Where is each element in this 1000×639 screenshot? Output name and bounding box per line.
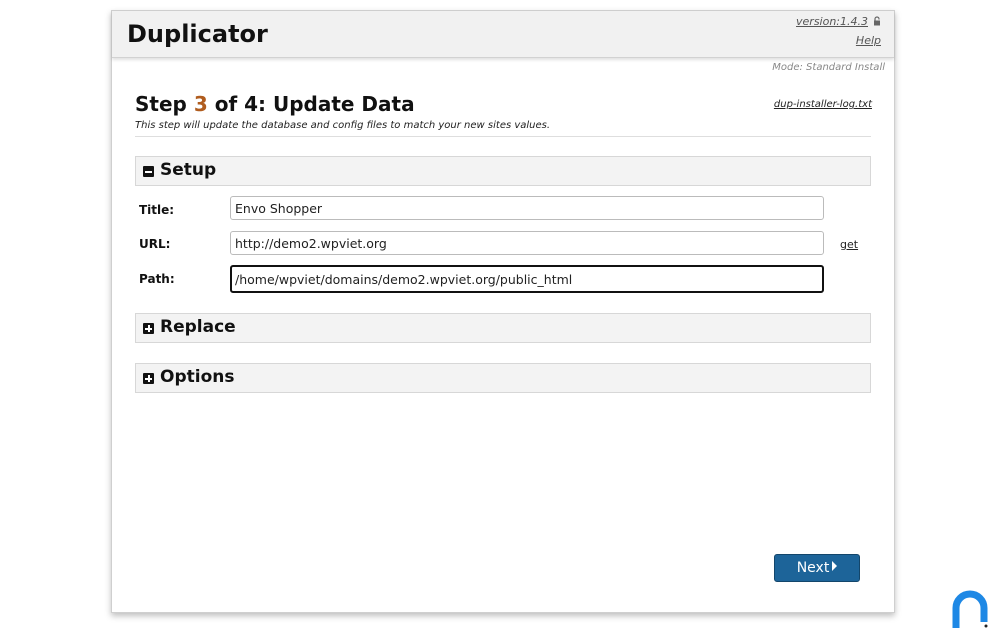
plus-square-icon xyxy=(143,373,154,384)
plus-square-icon xyxy=(143,323,154,334)
url-input[interactable] xyxy=(230,231,824,255)
get-url-link[interactable]: get xyxy=(840,238,858,251)
section-setup-label: Setup xyxy=(160,160,217,180)
section-replace-label: Replace xyxy=(160,317,236,337)
help-link[interactable]: Help xyxy=(856,34,881,47)
section-setup-header[interactable]: Setup xyxy=(135,156,871,186)
next-button[interactable]: Next xyxy=(774,554,860,582)
brand-logo-icon xyxy=(950,590,990,630)
title-label: Title: xyxy=(139,203,175,217)
lock-icon xyxy=(872,16,882,26)
installer-log-link[interactable]: dup-installer-log.txt xyxy=(774,99,872,110)
page-title: Step 3 of 4: Update Data xyxy=(135,92,415,116)
step-number: 3 xyxy=(193,92,208,116)
path-input[interactable] xyxy=(230,265,824,293)
step-suffix: of 4: Update Data xyxy=(207,92,415,116)
installer-window: Duplicator version:1.4.3 Help Mode: Stan… xyxy=(111,10,895,613)
section-options-header[interactable]: Options xyxy=(135,363,871,393)
step-description: This step will update the database and c… xyxy=(135,120,551,131)
section-replace-header[interactable]: Replace xyxy=(135,313,871,343)
install-mode: Mode: Standard Install xyxy=(772,62,885,73)
next-button-label: Next xyxy=(796,560,830,576)
minus-square-icon xyxy=(143,166,154,177)
step-prefix: Step xyxy=(135,92,194,116)
version-label[interactable]: version:1.4.3 xyxy=(796,15,868,28)
header-bar: Duplicator version:1.4.3 Help xyxy=(112,11,894,58)
url-label: URL: xyxy=(139,237,171,251)
section-options-label: Options xyxy=(160,367,235,387)
caret-right-icon xyxy=(832,561,838,571)
app-title: Duplicator xyxy=(127,20,268,48)
path-label: Path: xyxy=(139,272,175,286)
title-input[interactable] xyxy=(230,196,824,220)
divider xyxy=(135,136,871,137)
